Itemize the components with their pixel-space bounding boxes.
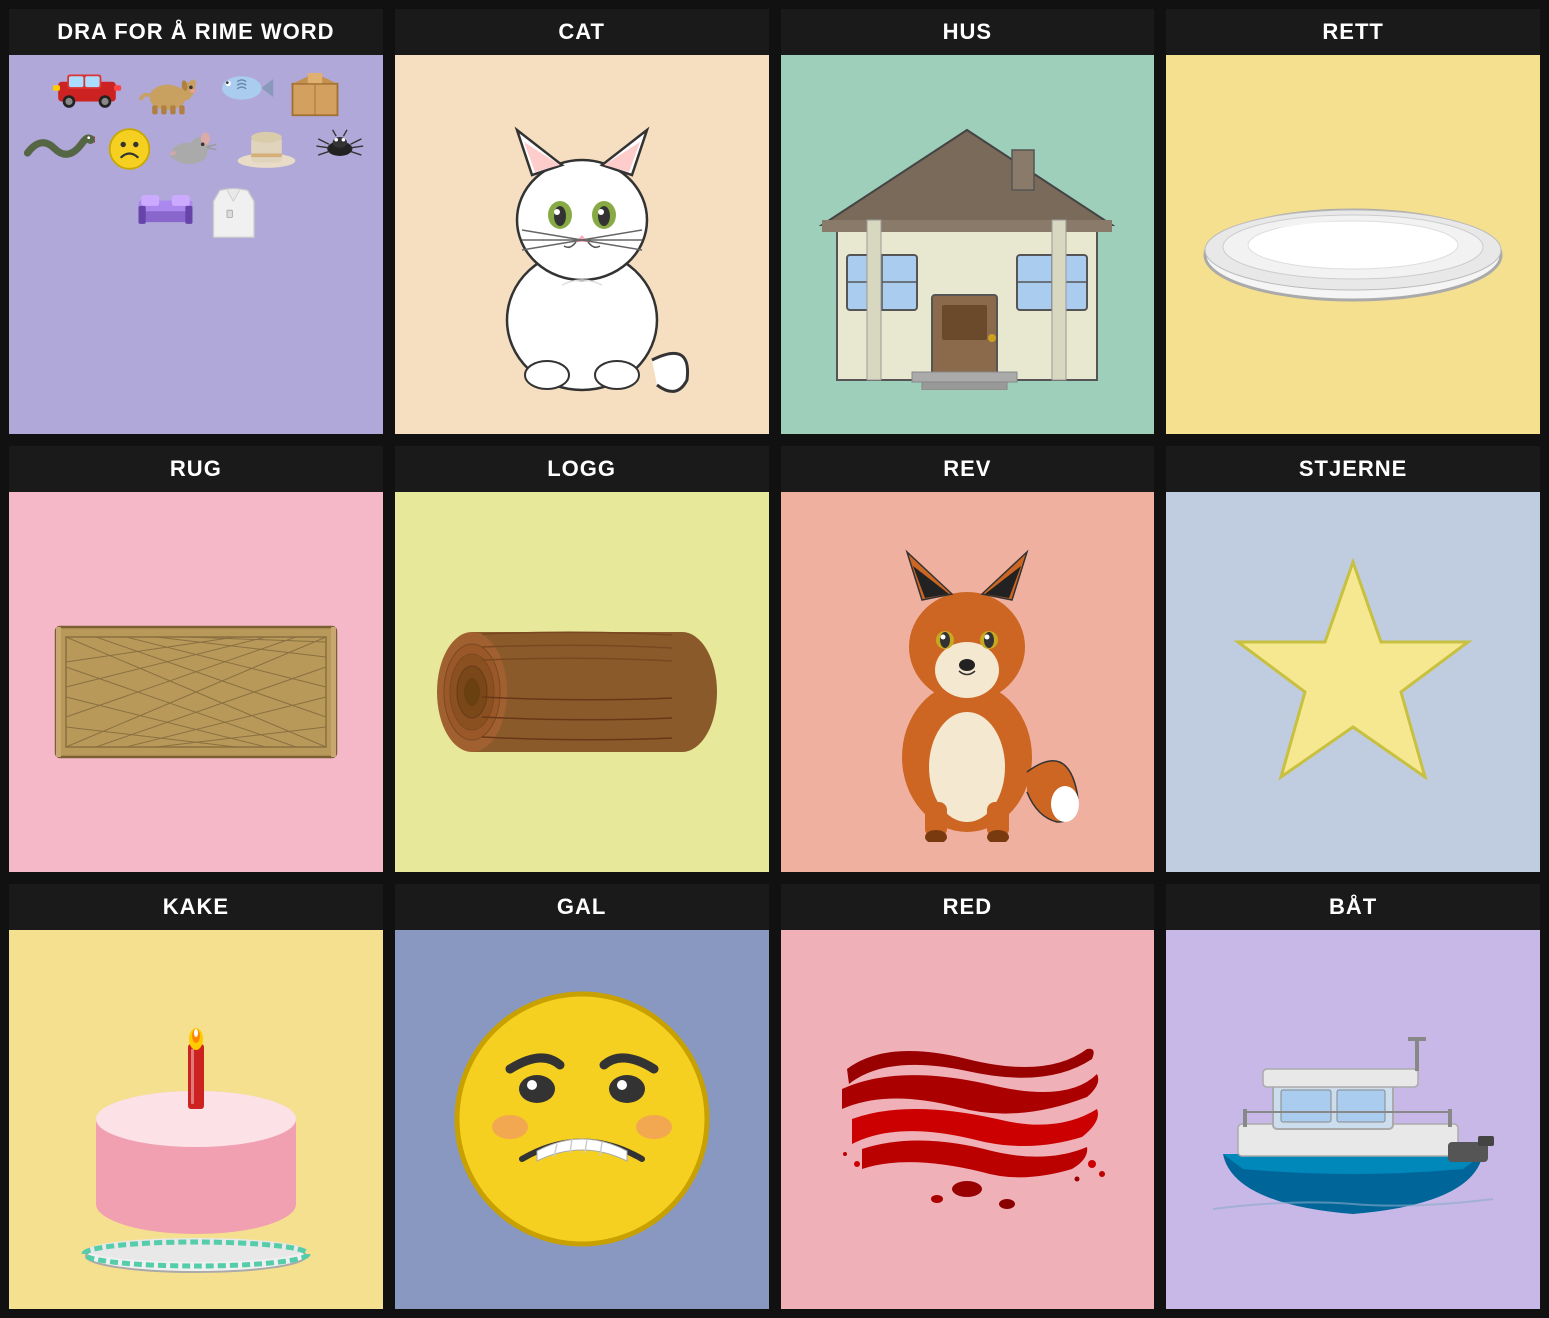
main-grid: Dra for å rime WORD xyxy=(0,0,1549,1318)
plate-image xyxy=(1193,175,1513,315)
star-image xyxy=(1213,542,1493,822)
hus-body xyxy=(781,55,1155,434)
cell-kake: KAKE xyxy=(6,881,386,1312)
house-image xyxy=(812,100,1122,390)
kake-body xyxy=(9,930,383,1309)
cat-image xyxy=(452,90,712,400)
stjerne-header: STJERNE xyxy=(1166,446,1540,492)
cell-wordbank: Dra for å rime WORD xyxy=(6,6,386,437)
wordbank-fish[interactable] xyxy=(209,63,279,113)
cat-body xyxy=(395,55,769,434)
cell-rev: REV xyxy=(778,443,1158,874)
logg-body xyxy=(395,492,769,871)
bat-body xyxy=(1166,930,1540,1309)
gal-body xyxy=(395,930,769,1309)
rug-image xyxy=(36,587,356,777)
logg-header: LOGG xyxy=(395,446,769,492)
rug-header: RUG xyxy=(9,446,383,492)
cell-rett: RETT xyxy=(1163,6,1543,437)
rev-header: REV xyxy=(781,446,1155,492)
wordbank-box[interactable] xyxy=(285,63,345,118)
wordbank-header: Dra for å rime WORD xyxy=(9,9,383,55)
rett-header: RETT xyxy=(1166,9,1540,55)
red-paint-image xyxy=(807,989,1127,1249)
gal-header: GAL xyxy=(395,884,769,930)
red-body xyxy=(781,930,1155,1309)
wordbank-bug[interactable] xyxy=(308,124,373,169)
cell-stjerne: STJERNE xyxy=(1163,443,1543,874)
bat-header: BÅT xyxy=(1166,884,1540,930)
wordbank-dog[interactable] xyxy=(133,63,203,118)
cell-bat: BÅT xyxy=(1163,881,1543,1312)
angry-face-image xyxy=(442,979,722,1259)
wordbank-mouse[interactable] xyxy=(161,124,226,169)
wordbank-snake[interactable] xyxy=(19,124,99,164)
rev-body xyxy=(781,492,1155,871)
cell-hus: HUS xyxy=(778,6,1158,437)
red-header: RED xyxy=(781,884,1155,930)
cell-gal: GAL xyxy=(392,881,772,1312)
cat-header: CAT xyxy=(395,9,769,55)
log-image xyxy=(422,602,742,762)
cell-red: RED xyxy=(778,881,1158,1312)
boat-image xyxy=(1193,994,1513,1244)
wordbank-bed[interactable] xyxy=(130,180,200,230)
wordbank-body[interactable] xyxy=(9,55,383,434)
kake-header: KAKE xyxy=(9,884,383,930)
stjerne-body xyxy=(1166,492,1540,871)
cell-logg: LOGG xyxy=(392,443,772,874)
cake-image xyxy=(61,964,331,1274)
rett-body xyxy=(1166,55,1540,434)
wordbank-labcoat[interactable] xyxy=(206,180,261,245)
cell-rug: RUG xyxy=(6,443,386,874)
fox-image xyxy=(837,522,1097,842)
wordbank-hat[interactable] xyxy=(232,124,302,174)
cell-cat: CAT xyxy=(392,6,772,437)
wordbank-sad-face[interactable] xyxy=(105,124,155,174)
hus-header: HUS xyxy=(781,9,1155,55)
wordbank-car[interactable] xyxy=(47,63,127,113)
rug-body xyxy=(9,492,383,871)
